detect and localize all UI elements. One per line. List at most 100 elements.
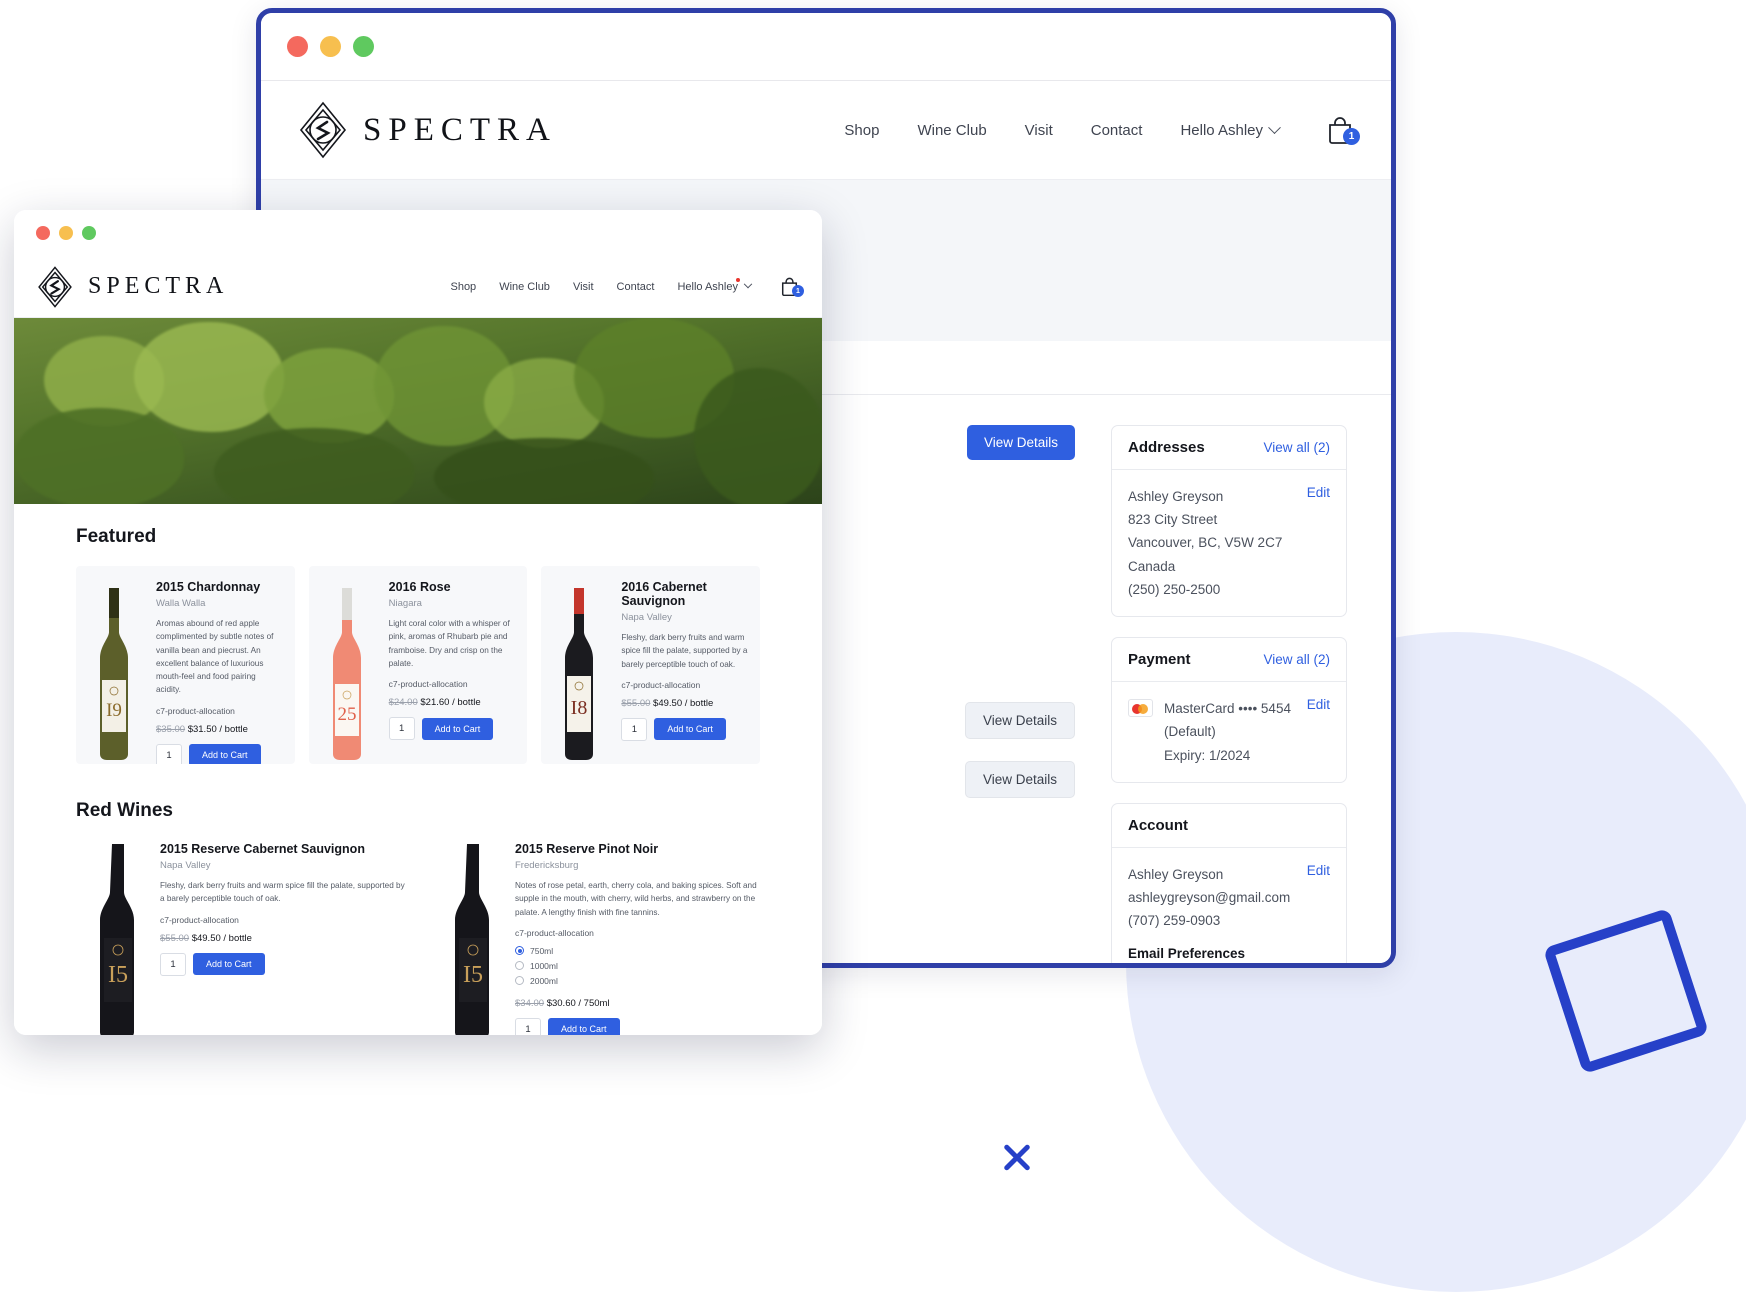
product-price: $34.00 $30.60 / 750ml	[515, 998, 760, 1009]
product-card[interactable]: I5 2015 Reserve Pinot Noir Fredericksbur…	[431, 840, 760, 1035]
product-name: 2016 Rose	[388, 580, 451, 594]
maximize-window-button[interactable]	[353, 36, 374, 57]
spectra-logo-icon	[299, 101, 347, 159]
product-price-unit: / bottle	[452, 697, 481, 709]
red-wines-section-title: Red Wines	[76, 800, 173, 821]
featured-section-title: Featured	[76, 526, 157, 547]
product-info: 2016 Cabernet Sauvignon Napa Valley Fles…	[617, 566, 760, 764]
product-price: $55.00 $49.50 / bottle	[160, 933, 405, 944]
quantity-input[interactable]	[515, 1017, 541, 1035]
size-option-label: 2000ml	[530, 975, 558, 986]
address-name: Ashley Greyson	[1128, 489, 1224, 504]
address-edit-link[interactable]: Edit	[1307, 485, 1330, 500]
shop-site-logo[interactable]: SPECTRA	[36, 265, 229, 308]
payment-card-body: MasterCard •••• 5454 (Default) Expiry: 1…	[1112, 682, 1346, 782]
shop-site-navigation: Shop Wine Club Visit Contact Hello Ashle…	[450, 277, 804, 297]
shop-site-header: SPECTRA Shop Wine Club Visit Contact Hel…	[14, 256, 822, 318]
product-description: Notes of rose petal, earth, cherry cola,…	[515, 881, 757, 917]
add-to-cart-button[interactable]: Add to Cart	[548, 1018, 620, 1035]
nav-item-contact[interactable]: Contact	[1091, 122, 1143, 139]
front-window-titlebar	[14, 210, 822, 256]
size-option-750ml[interactable]: 750ml	[515, 946, 760, 956]
account-card-body: Ashley Greyson ashleygreyson@gmail.com (…	[1112, 848, 1346, 963]
product-card[interactable]: 25 2016 Rose Niagara Light coral color w…	[308, 566, 528, 764]
account-edit-link[interactable]: Edit	[1307, 863, 1330, 878]
address-lines: Ashley Greyson 823 City Street Vancouver…	[1128, 485, 1282, 601]
add-to-cart-button[interactable]: Add to Cart	[193, 953, 265, 976]
quantity-input[interactable]	[156, 743, 182, 764]
product-card[interactable]: I9 2015 Chardonnay Walla Walla Aromas ab…	[76, 566, 295, 764]
minimize-window-button[interactable]	[320, 36, 341, 57]
shop-content: Featured I9 2015 Chardonnay Walla Walla	[14, 504, 822, 1035]
wine-bottle-white-icon: I9	[100, 588, 128, 760]
address-phone: (250) 250-2500	[1128, 581, 1221, 597]
payment-card-header: Payment View all (2)	[1112, 638, 1346, 683]
product-price-old: $34.00	[515, 997, 545, 1009]
product-price-new: $49.50	[191, 932, 221, 944]
add-to-cart-button[interactable]: Add to Cart	[421, 717, 494, 740]
user-menu[interactable]: Hello Ashley	[1180, 120, 1281, 139]
featured-product-grid: I9 2015 Chardonnay Walla Walla Aromas ab…	[76, 566, 761, 764]
view-details-button-2[interactable]: View Details	[964, 761, 1075, 798]
product-image: I5	[76, 840, 160, 1035]
shop-site-logo-text: SPECTRA	[88, 273, 229, 299]
product-card[interactable]: I8 2016 Cabernet Sauvignon Napa Valley F…	[541, 566, 761, 764]
radio-icon	[515, 946, 524, 956]
wine-bottle-rose-icon: 25	[332, 588, 361, 760]
payment-view-all-link[interactable]: View all (2)	[1263, 652, 1330, 667]
nav-item-shop[interactable]: Shop	[450, 281, 476, 293]
addresses-card: Addresses View all (2) Ashley Greyson 82…	[1111, 425, 1347, 618]
product-card[interactable]: I5 2015 Reserve Cabernet Sauvignon Napa …	[76, 840, 405, 1035]
cart-button[interactable]: 1	[1325, 116, 1360, 145]
size-option-label: 750ml	[530, 945, 554, 956]
product-price-old: $55.00	[621, 697, 651, 709]
product-cart-row: Add to Cart	[160, 952, 405, 976]
maximize-window-button[interactable]	[82, 226, 96, 240]
nav-item-wine-club[interactable]: Wine Club	[499, 281, 550, 293]
cart-button[interactable]: 1	[779, 277, 804, 297]
product-image: I9	[76, 566, 152, 764]
wine-bottle-red-icon: I8	[565, 588, 594, 760]
size-option-1000ml[interactable]: 1000ml	[515, 961, 760, 971]
product-price-old: $35.00	[156, 723, 186, 735]
close-window-button[interactable]	[36, 226, 50, 240]
user-menu[interactable]: Hello Ashley	[677, 277, 753, 293]
add-to-cart-button[interactable]: Add to Cart	[654, 718, 726, 741]
product-image: I5	[431, 840, 515, 1035]
account-name: Ashley Greyson	[1128, 866, 1224, 882]
minimize-window-button[interactable]	[59, 226, 73, 240]
product-price: $55.00 $49.50 / bottle	[621, 698, 748, 709]
site-header: SPECTRA Shop Wine Club Visit Contact Hel…	[261, 81, 1391, 179]
payment-edit-link[interactable]: Edit	[1307, 697, 1330, 712]
quantity-input[interactable]	[621, 717, 648, 741]
product-price-unit: / 750ml	[578, 997, 610, 1009]
product-cart-row: Add to Cart	[388, 717, 516, 741]
product-info: 2015 Reserve Pinot Noir Fredericksburg N…	[515, 840, 760, 1035]
radio-icon	[515, 961, 524, 971]
nav-item-visit[interactable]: Visit	[573, 281, 594, 293]
window-titlebar	[261, 13, 1391, 81]
chevron-down-icon	[743, 279, 753, 288]
product-price-old: $55.00	[160, 932, 190, 944]
product-allocation: c7-product-allocation	[388, 679, 468, 690]
product-info: 2016 Rose Niagara Light coral color with…	[385, 566, 528, 764]
close-window-button[interactable]	[287, 36, 308, 57]
view-details-primary-button[interactable]: View Details	[966, 425, 1075, 460]
nav-item-visit[interactable]: Visit	[1025, 122, 1053, 139]
add-to-cart-button[interactable]: Add to Cart	[189, 744, 261, 764]
user-menu-label: Hello Ashley	[1180, 121, 1263, 139]
svg-text:25: 25	[337, 704, 356, 725]
view-details-button-1[interactable]: View Details	[964, 702, 1075, 739]
quantity-input[interactable]	[388, 717, 415, 741]
account-card: Account Ashley Greyson ashleygreyson@gma…	[1111, 802, 1347, 963]
svg-text:I9: I9	[106, 700, 122, 721]
nav-item-wine-club[interactable]: Wine Club	[917, 122, 986, 139]
site-logo[interactable]: SPECTRA	[297, 101, 557, 159]
product-price-new: $49.50	[653, 697, 683, 709]
svg-text:I8: I8	[571, 697, 588, 719]
nav-item-shop[interactable]: Shop	[844, 122, 879, 139]
nav-item-contact[interactable]: Contact	[617, 281, 655, 293]
addresses-view-all-link[interactable]: View all (2)	[1263, 440, 1330, 455]
quantity-input[interactable]	[160, 952, 186, 976]
size-option-2000ml[interactable]: 2000ml	[515, 976, 760, 986]
